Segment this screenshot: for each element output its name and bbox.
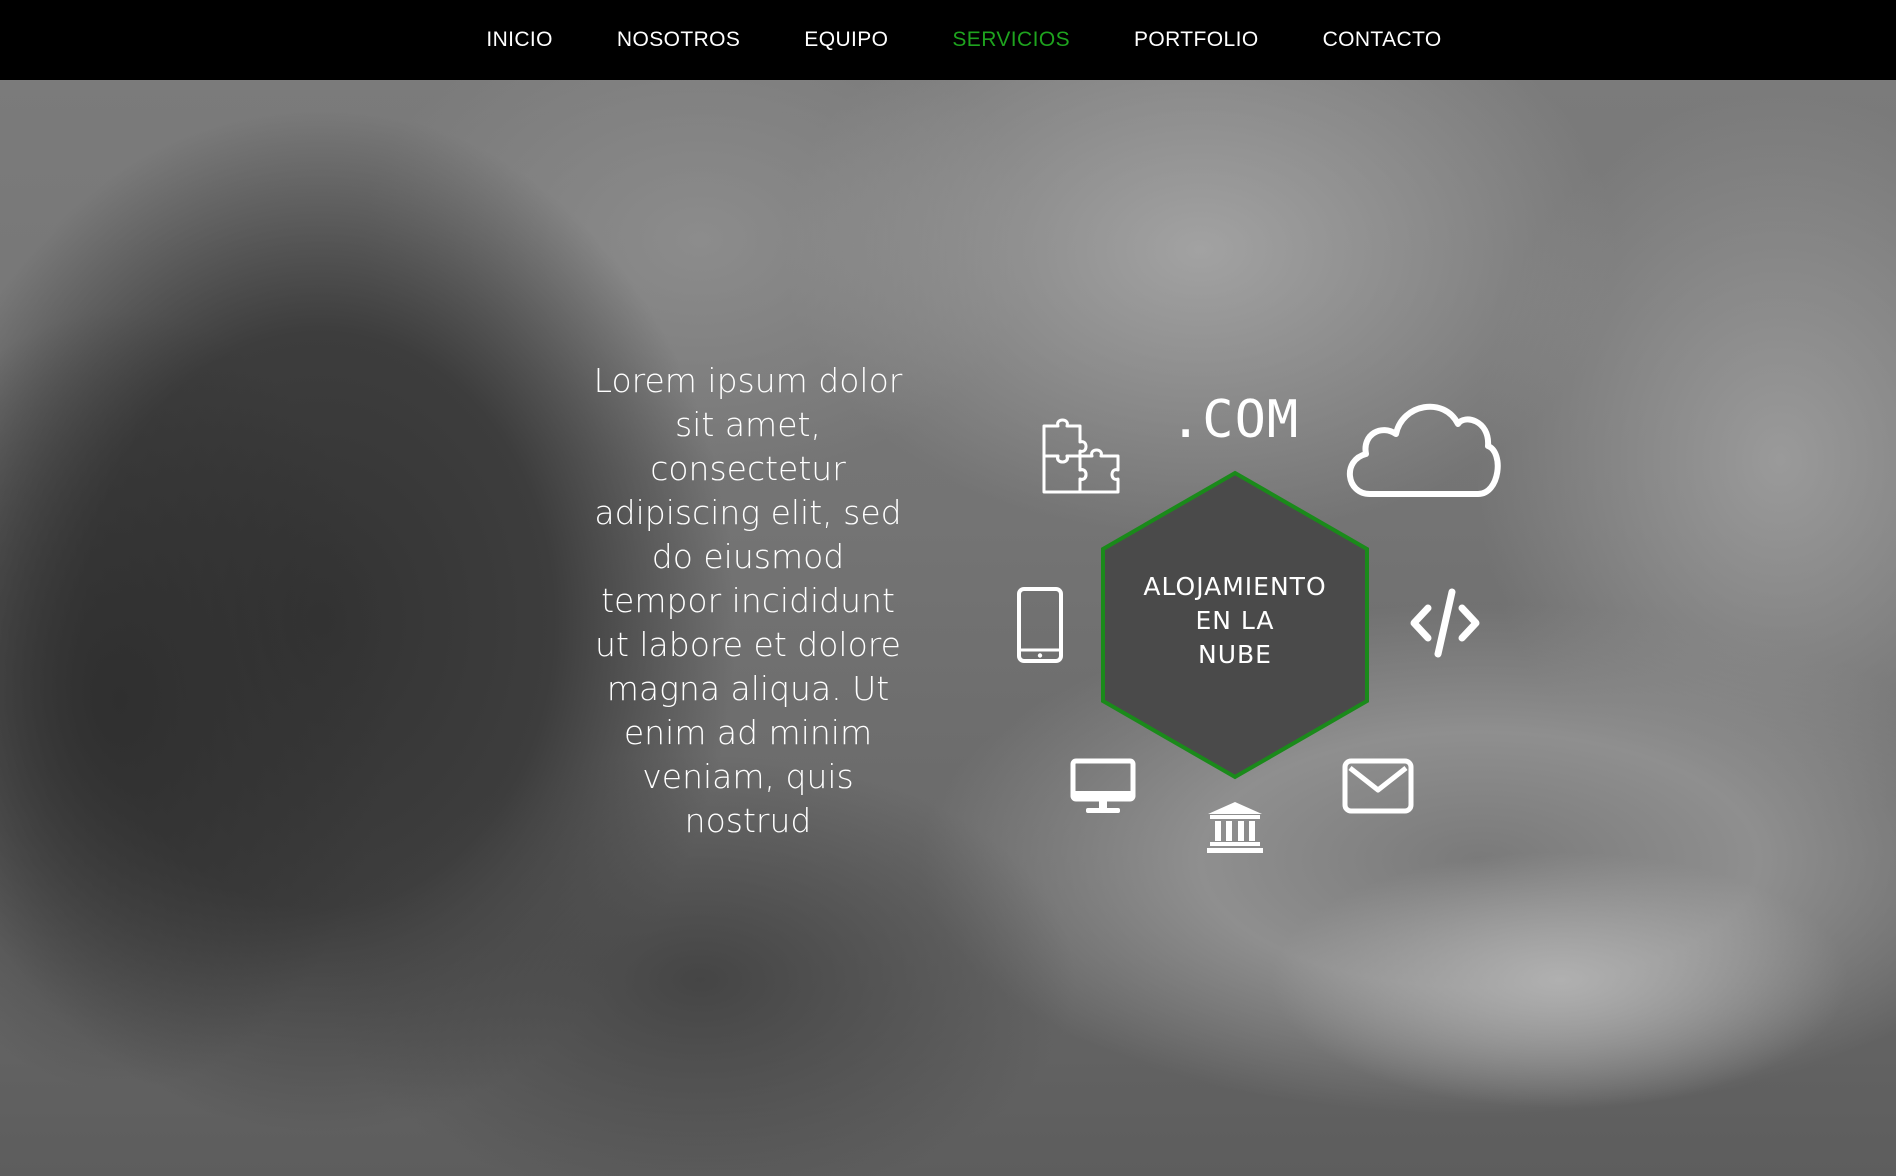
- nav-list: INICIO NOSOTROS EQUIPO SERVICIOS PORTFOL…: [0, 0, 1896, 80]
- nav-item-servicios[interactable]: SERVICIOS: [952, 28, 1070, 52]
- hero-paragraph: Lorem ipsum dolor sit amet, consectetur …: [593, 361, 903, 840]
- desktop-monitor-icon: [1070, 758, 1136, 813]
- hexagon-label-line: EN LA: [1195, 606, 1275, 635]
- nav-item-portfolio[interactable]: PORTFOLIO: [1134, 28, 1259, 52]
- hero-background: [0, 80, 1896, 1176]
- mobile-phone-icon: [1017, 587, 1063, 663]
- top-navbar: INICIO NOSOTROS EQUIPO SERVICIOS PORTFOL…: [0, 0, 1896, 80]
- code-icon: [1410, 588, 1480, 658]
- nav-item-contacto[interactable]: CONTACTO: [1323, 28, 1442, 52]
- nav-item-equipo[interactable]: EQUIPO: [804, 28, 888, 52]
- nav-item-inicio[interactable]: INICIO: [486, 28, 553, 52]
- page: INICIO NOSOTROS EQUIPO SERVICIOS PORTFOL…: [0, 0, 1896, 1176]
- hexagon-label-line: NUBE: [1198, 640, 1272, 669]
- services-diagram: .COM ALOJAMIENTO EN LA NUBE: [1000, 380, 1520, 860]
- nav-item-nosotros[interactable]: NOSOTROS: [617, 28, 740, 52]
- cloud-hosting-hexagon: ALOJAMIENTO EN LA NUBE: [1100, 470, 1370, 780]
- envelope-icon: [1342, 758, 1414, 814]
- domain-text: .COM: [1170, 390, 1300, 450]
- hexagon-label-line: ALOJAMIENTO: [1143, 572, 1327, 601]
- bank-icon: [1207, 802, 1263, 853]
- hexagon-label: ALOJAMIENTO EN LA NUBE: [1100, 570, 1370, 672]
